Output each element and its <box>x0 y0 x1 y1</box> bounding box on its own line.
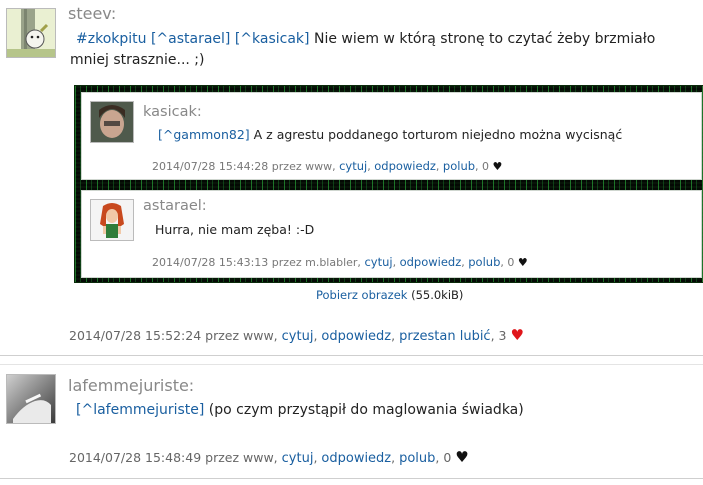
quote-link[interactable]: cytuj <box>282 451 314 466</box>
embedded-meta: 2014/07/28 15:44:28 przez www, cytuj, od… <box>152 159 503 173</box>
embedded-body: A z agrestu poddanego torturom niejedno … <box>249 127 623 142</box>
post-author[interactable]: lafemmejuriste: <box>68 376 194 395</box>
post-timestamp[interactable]: 2014/07/28 15:52:24 <box>69 328 201 343</box>
like-count: 0 <box>507 256 515 269</box>
embedded-post-card: astarael: Hurra, nie mam zęba! :-D 2014/… <box>81 190 702 278</box>
avatar-steev[interactable] <box>6 8 56 58</box>
photo-avatar-icon <box>91 102 133 142</box>
mention-link[interactable]: [^lafemmejuriste] <box>76 402 204 418</box>
post-meta: 2014/07/28 15:52:24 przez www, cytuj, od… <box>69 326 524 344</box>
quote-link: cytuj <box>364 255 393 269</box>
post-divider <box>0 478 703 479</box>
quote-link[interactable]: cytuj <box>282 329 314 344</box>
post-author[interactable]: steev: <box>68 4 116 23</box>
reply-link: odpowiedz <box>374 159 436 173</box>
embedded-timestamp: 2014/07/28 15:44:28 przez www, <box>152 160 336 173</box>
like-count: 0 <box>443 450 452 465</box>
embedded-meta: 2014/07/28 15:43:13 przez m.blabler, cyt… <box>152 255 528 269</box>
like-link: polub <box>468 255 501 269</box>
post-lafemmejuriste: lafemmejuriste: [^lafemmejuriste] (po cz… <box>0 364 703 485</box>
cartoon-avatar-icon <box>7 9 55 57</box>
image-size: (55.0kiB) <box>411 288 464 302</box>
heart-icon: ♥ <box>517 256 528 269</box>
post-via: przez www, <box>205 450 278 465</box>
avatar-kasicak <box>90 101 134 143</box>
unlike-link[interactable]: przestan lubić <box>399 329 491 344</box>
hashtag-link[interactable]: #zkokpitu <box>76 31 147 47</box>
embedded-text: [^gammon82] A z agrestu poddanego tortur… <box>158 127 622 142</box>
quote-link: cytuj <box>339 159 368 173</box>
download-image-link[interactable]: Pobierz obrazek <box>316 288 407 302</box>
post-steev: steev: #zkokpitu [^astarael] [^kasicak] … <box>0 0 703 355</box>
post-divider <box>0 355 703 356</box>
avatar-lafemmejuriste[interactable] <box>6 374 56 424</box>
embedded-timestamp: 2014/07/28 15:43:13 przez m.blabler, <box>152 256 361 269</box>
like-count: 3 <box>498 328 507 343</box>
post-timestamp[interactable]: 2014/07/28 15:48:49 <box>69 450 201 465</box>
like-count: 0 <box>482 160 490 173</box>
post-meta: 2014/07/28 15:48:49 przez www, cytuj, od… <box>69 448 469 466</box>
embedded-body: Hurra, nie mam zęba! :-D <box>155 222 315 237</box>
mention-link[interactable]: [^kasicak] <box>235 31 310 47</box>
photo-avatar-icon <box>7 375 55 423</box>
avatar-astarael <box>90 199 134 241</box>
post-text: #zkokpitu [^astarael] [^kasicak] Nie wie… <box>70 29 690 71</box>
embedded-post-card: kasicak: [^gammon82] A z agrestu poddane… <box>81 92 702 180</box>
attached-image[interactable]: kasicak: [^gammon82] A z agrestu poddane… <box>74 85 703 283</box>
mention-link: [^gammon82] <box>158 127 250 142</box>
mention-link[interactable]: [^astarael] <box>151 31 230 47</box>
heart-icon[interactable]: ♥ <box>510 326 523 344</box>
pixel-avatar-icon <box>91 200 133 240</box>
reply-link: odpowiedz <box>399 255 462 269</box>
reply-link[interactable]: odpowiedz <box>321 451 391 466</box>
image-download: Pobierz obrazek (55.0kiB) <box>316 288 463 302</box>
post-via: przez www, <box>205 328 278 343</box>
embedded-author: kasicak: <box>143 104 202 120</box>
heart-icon: ♥ <box>492 160 503 173</box>
post-body: (po czym przystąpił do maglowania świadk… <box>204 402 524 418</box>
post-text: [^lafemmejuriste] (po czym przystąpił do… <box>76 400 524 421</box>
like-link: polub <box>442 159 476 173</box>
like-link[interactable]: polub <box>399 451 435 466</box>
embedded-author: astarael: <box>143 198 207 214</box>
heart-icon[interactable]: ♥ <box>455 448 468 466</box>
reply-link[interactable]: odpowiedz <box>321 329 391 344</box>
